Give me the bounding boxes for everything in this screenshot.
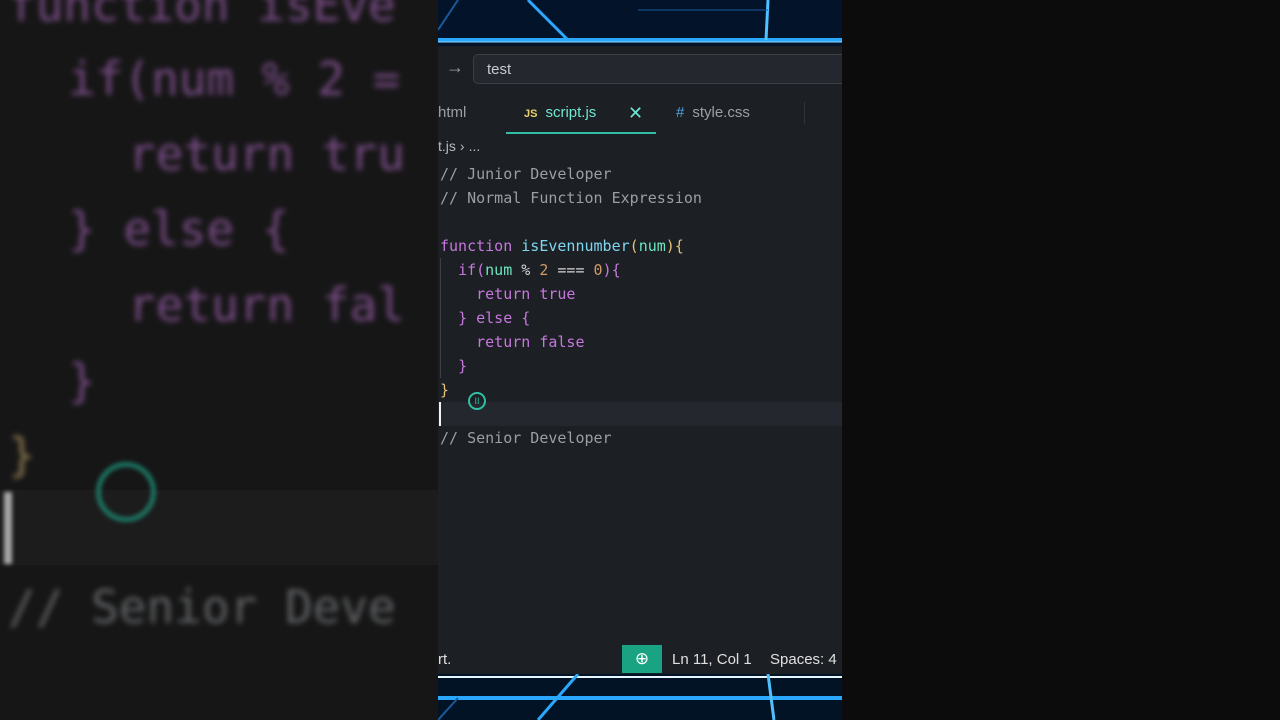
text-cursor (439, 402, 441, 426)
tab-divider (804, 102, 805, 124)
breadcrumb-more[interactable]: ... (469, 138, 481, 154)
cursor-position[interactable]: Ln 11, Col 1 (672, 651, 752, 668)
chevron-right-icon: › (459, 138, 465, 154)
code-line: } (458, 357, 468, 375)
editor-panel: → html JS script.js ✕ # style.css t.js›...… (438, 0, 842, 720)
tab-script-js[interactable]: JS script.js ✕ (506, 92, 656, 134)
bg-line: function isEve (8, 0, 396, 32)
status-message: rt. (438, 651, 452, 668)
breadcrumb: t.js ›... (438, 138, 484, 158)
background-code-zoom: function isEve if(num % 2 = return tru }… (0, 0, 438, 720)
tab-bar: html JS script.js ✕ # style.css (438, 92, 842, 134)
breakpoint-icon[interactable]: II (468, 392, 486, 410)
css-file-icon: # (676, 104, 685, 121)
tab-html[interactable]: html (438, 92, 466, 134)
bg-line: } (8, 428, 36, 482)
tab-style-css[interactable]: # style.css (676, 92, 750, 134)
breadcrumb-file[interactable]: t.js (438, 138, 456, 154)
code-line: // Senior Developer (440, 429, 612, 447)
background-current-line (0, 490, 438, 565)
code-line: // Normal Function Expression (440, 189, 702, 207)
code-line: if(num % 2 === 0){ (458, 261, 621, 279)
code-line: } else { (458, 309, 531, 327)
code-line: } (440, 381, 450, 399)
bg-line: return fal (128, 278, 405, 332)
bg-line: return tru (128, 127, 405, 181)
bg-line: // Senior Deve (8, 580, 396, 634)
bg-line: if(num % 2 = (68, 52, 401, 106)
code-line: function isEvennumber(num){ (440, 237, 684, 255)
neon-header-decoration (438, 0, 842, 46)
neon-footer-decoration (438, 674, 842, 720)
background-right (842, 0, 1280, 720)
tab-label: html (438, 104, 467, 121)
arrow-right-icon[interactable]: → (446, 58, 464, 76)
bg-line: } (68, 354, 96, 408)
indent-guide (440, 258, 441, 378)
search-input[interactable] (473, 54, 842, 84)
close-icon[interactable]: ✕ (628, 92, 643, 134)
js-file-icon: JS (524, 108, 538, 120)
background-left: function isEve if(num % 2 = return tru }… (0, 0, 438, 720)
status-bar: rt. ⊕ Ln 11, Col 1 Spaces: 4 (438, 645, 842, 674)
bg-line: } else { (68, 202, 290, 256)
code-line: // Junior Developer (440, 165, 612, 183)
code-line: return false (476, 333, 585, 351)
background-cursor (4, 492, 12, 564)
code-line: return true (476, 285, 576, 303)
tab-label: style.css (692, 104, 750, 121)
command-bar: → (438, 46, 842, 88)
current-line-highlight (438, 402, 842, 426)
zoom-in-icon[interactable]: ⊕ (622, 645, 662, 673)
background-breakpoint-icon (96, 462, 156, 522)
tab-label: script.js (545, 104, 597, 121)
indentation-setting[interactable]: Spaces: 4 (770, 651, 837, 668)
